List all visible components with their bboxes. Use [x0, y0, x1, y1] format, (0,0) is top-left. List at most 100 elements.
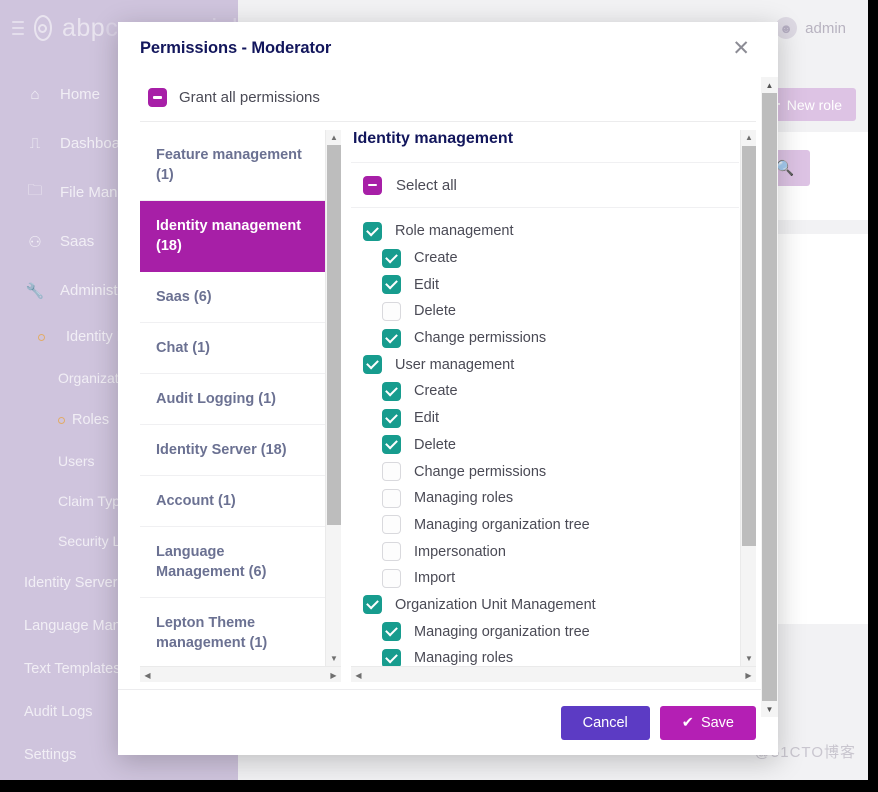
permission-row[interactable]: Managing roles [351, 645, 739, 666]
permission-checkbox[interactable] [363, 595, 382, 615]
chart-icon: ⎍ [29, 135, 41, 152]
permission-group-count: (1) [249, 635, 268, 651]
permission-group-item[interactable]: Chat (1) [140, 323, 325, 374]
circle-dot-icon [30, 328, 52, 345]
modal-vertical-scrollbar[interactable]: ▲ ▼ [761, 77, 778, 717]
permission-checkbox[interactable] [382, 622, 401, 642]
save-label: Save [700, 714, 734, 731]
permission-group-item[interactable]: Account (1) [140, 476, 325, 527]
permission-row[interactable]: Organization Unit Management [351, 592, 739, 619]
hamburger-icon[interactable] [12, 21, 24, 35]
permission-tree-column: Identity management Select all Role mana… [341, 130, 756, 682]
permission-group-item[interactable]: Language Management (6) [140, 527, 325, 598]
user-menu[interactable]: ☻ admin [775, 17, 846, 39]
permission-group-name: Identity Server [156, 442, 261, 458]
sidebar-item-label: Identity Server [24, 574, 118, 591]
username-label: admin [805, 19, 846, 37]
permission-checkbox[interactable] [382, 488, 401, 508]
permission-checkbox[interactable] [382, 435, 401, 455]
select-all-row[interactable]: Select all [351, 162, 739, 208]
permission-row[interactable]: Change permissions [351, 458, 739, 485]
permission-label: Delete [414, 436, 456, 453]
sidebar-item-label: Settings [24, 746, 77, 763]
permission-row[interactable]: Role management [351, 218, 739, 245]
permission-group-count: (18) [156, 238, 182, 254]
permission-row[interactable]: Delete [351, 298, 739, 325]
scroll-up-icon[interactable]: ▲ [326, 130, 341, 145]
scrollbar-thumb[interactable] [327, 145, 341, 525]
permission-group-name: Chat [156, 340, 193, 356]
permission-group-item[interactable]: Identity management (18) [140, 201, 325, 272]
scrollbar-thumb[interactable] [762, 93, 777, 701]
permission-group-item[interactable]: Feature management (1) [140, 130, 325, 201]
permission-group-item[interactable]: Saas (6) [140, 272, 325, 323]
permission-checkbox[interactable] [382, 328, 401, 348]
permission-tree-vertical-scrollbar[interactable]: ▲ ▼ [740, 130, 756, 666]
permission-label: Create [414, 250, 458, 267]
scroll-right-icon[interactable]: ▶ [326, 667, 341, 683]
permission-checkbox[interactable] [382, 462, 401, 482]
permission-label: User management [395, 356, 515, 373]
grant-all-permissions-row[interactable]: Grant all permissions [140, 74, 756, 122]
brand-name-text: abp [61, 13, 106, 42]
permission-row[interactable]: Delete [351, 432, 739, 459]
scroll-down-icon[interactable]: ▼ [761, 701, 778, 717]
permission-checkbox[interactable] [382, 542, 401, 562]
scroll-up-icon[interactable]: ▲ [741, 130, 756, 145]
permission-tree-horizontal-scrollbar[interactable]: ◀ ▶ [351, 666, 756, 682]
permission-checkbox[interactable] [382, 408, 401, 428]
permission-row[interactable]: Edit [351, 405, 739, 432]
select-all-checkbox[interactable] [363, 175, 382, 195]
search-icon: 🔍 [775, 160, 795, 177]
permission-row[interactable]: Managing roles [351, 485, 739, 512]
permission-checkbox[interactable] [363, 355, 382, 375]
permission-checkbox[interactable] [382, 381, 401, 401]
permission-group-item[interactable]: Identity Server (18) [140, 425, 325, 476]
permission-row[interactable]: Managing organization tree [351, 512, 739, 539]
permission-row[interactable]: Change permissions [351, 325, 739, 352]
permission-group-name: Lepton Theme management [156, 615, 256, 651]
scrollbar-thumb[interactable] [742, 146, 756, 546]
permission-row[interactable]: Impersonation [351, 538, 739, 565]
sidebar-item-label: Users [58, 453, 95, 469]
group-list-horizontal-scrollbar[interactable]: ◀ ▶ [140, 666, 341, 682]
scroll-right-icon[interactable]: ▶ [741, 667, 756, 683]
permission-group-item[interactable]: Audit Logging (1) [140, 374, 325, 425]
scroll-left-icon[interactable]: ◀ [351, 667, 366, 683]
wrench-icon: 🔧 [25, 282, 45, 300]
new-role-label: New role [786, 96, 842, 113]
permission-checkbox[interactable] [382, 515, 401, 535]
scroll-up-icon[interactable]: ▲ [761, 77, 778, 93]
user-avatar-icon: ☻ [775, 17, 798, 39]
scroll-left-icon[interactable]: ◀ [140, 667, 155, 683]
permission-row[interactable]: Create [351, 245, 739, 272]
permission-label: Edit [414, 410, 439, 427]
permission-group-item[interactable]: Lepton Theme management (1) [140, 598, 325, 666]
permission-group-name: Account [156, 493, 219, 509]
permission-group-name: Language Management [156, 544, 249, 580]
permission-row[interactable]: Import [351, 565, 739, 592]
scroll-down-icon[interactable]: ▼ [741, 651, 756, 666]
permission-row[interactable]: Create [351, 378, 739, 405]
permission-checkbox[interactable] [382, 648, 401, 666]
close-icon[interactable]: ✕ [726, 34, 756, 63]
permission-label: Managing organization tree [414, 623, 590, 640]
group-list-vertical-scrollbar[interactable]: ▲ ▼ [325, 130, 341, 666]
permission-checkbox[interactable] [382, 301, 401, 321]
check-icon: ✔ [681, 714, 694, 731]
permission-checkbox[interactable] [382, 568, 401, 588]
grant-all-checkbox[interactable] [148, 88, 167, 107]
permission-group-name: Identity management [156, 218, 302, 234]
permission-row[interactable]: Managing organization tree [351, 618, 739, 645]
scroll-down-icon[interactable]: ▼ [326, 651, 341, 666]
cancel-button[interactable]: Cancel [560, 705, 650, 740]
permission-row[interactable]: Edit [351, 271, 739, 298]
permission-checkbox[interactable] [363, 221, 382, 241]
permission-checkbox[interactable] [382, 248, 401, 268]
permission-group-name: Saas [156, 289, 194, 305]
permission-checkbox[interactable] [382, 275, 401, 295]
save-button[interactable]: ✔ Save [659, 705, 756, 740]
permission-label: Role management [395, 223, 514, 240]
permission-label: Import [414, 570, 456, 587]
permission-row[interactable]: User management [351, 351, 739, 378]
